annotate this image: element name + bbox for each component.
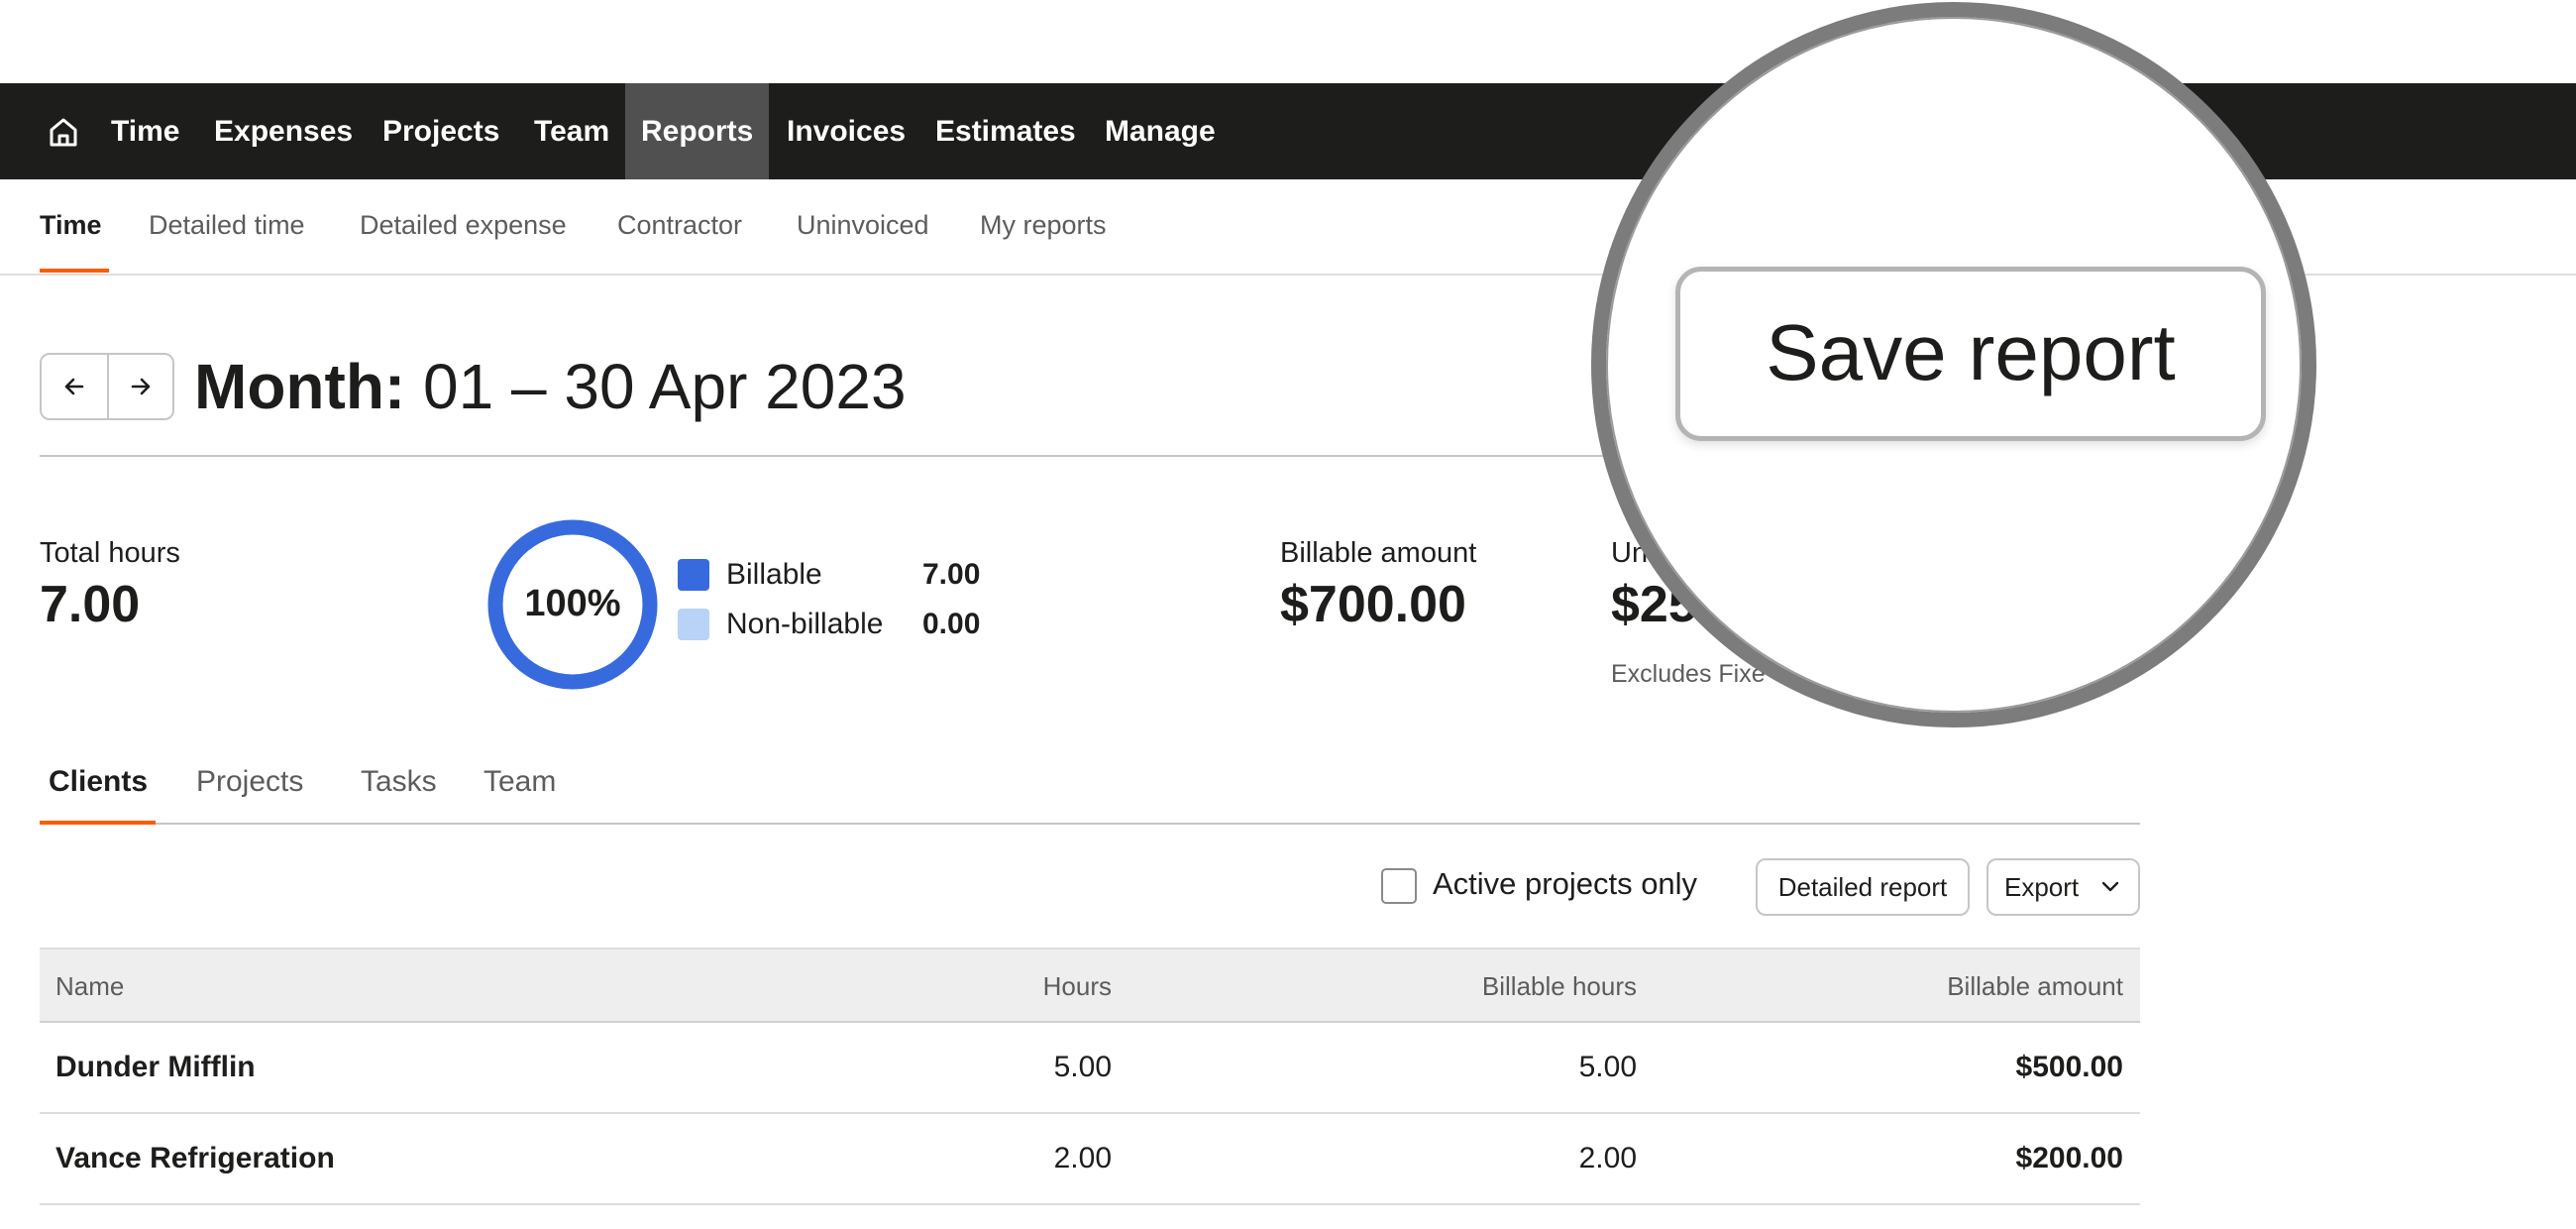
period-range: 01 – 30 Apr 2023	[423, 351, 907, 422]
nav-item-manage[interactable]: Manage	[1105, 83, 1216, 179]
table-header: Name Hours Billable hours Billable amoun…	[40, 948, 2140, 1023]
active-projects-checkbox[interactable]	[1381, 868, 1417, 904]
active-tab-indicator	[40, 821, 156, 825]
nav-item-invoices[interactable]: Invoices	[787, 83, 906, 179]
home-icon[interactable]	[44, 112, 83, 152]
total-hours-value: 7.00	[40, 576, 141, 633]
nav-item-team[interactable]: Team	[534, 83, 609, 179]
export-button[interactable]: Export	[1986, 858, 2140, 916]
uninvoiced-note: Excludes Fixe	[1611, 660, 1766, 688]
active-projects-label[interactable]: Active projects only	[1433, 866, 1697, 902]
magnifier-overlay: Save report	[1591, 2, 2316, 727]
non-billable-swatch	[678, 609, 709, 640]
column-header-hours[interactable]: Hours	[733, 950, 1112, 1023]
nav-item-projects[interactable]: Projects	[382, 83, 499, 179]
nav-item-reports[interactable]: Reports	[625, 83, 770, 179]
subtab-time[interactable]: Time	[40, 179, 102, 274]
period-navigation	[40, 353, 174, 420]
home-icon-graphic	[50, 118, 77, 147]
page-title: Month: 01 – 30 Apr 2023	[194, 349, 907, 424]
hours-cell: 5.00	[1053, 1051, 1112, 1083]
breakdown-tabs: Clients Projects Tasks Team	[40, 751, 2140, 825]
hours-cell: 2.00	[1053, 1142, 1112, 1174]
column-header-billable-hours[interactable]: Billable hours	[1229, 950, 1637, 1023]
tab-team[interactable]: Team	[483, 751, 556, 823]
client-name-link[interactable]: Vance Refrigeration	[55, 1114, 335, 1203]
previous-period-button[interactable]	[42, 355, 107, 418]
tab-clients[interactable]: Clients	[49, 751, 148, 823]
legend-billable-label: Billable	[726, 558, 822, 591]
arrow-left-icon	[64, 378, 84, 395]
billable-hours-cell: 5.00	[1578, 1051, 1637, 1083]
billable-amount-value: $700.00	[1280, 576, 1466, 633]
subtab-uninvoiced[interactable]: Uninvoiced	[797, 179, 929, 274]
billable-swatch	[678, 559, 709, 591]
billable-hours-cell: 2.00	[1578, 1142, 1637, 1174]
period-prefix: Month:	[194, 351, 406, 422]
column-header-name[interactable]: Name	[55, 950, 124, 1023]
table-row: Dunder Mifflin 5.00 5.00 $500.00	[40, 1023, 2140, 1114]
legend-non-billable-label: Non-billable	[726, 608, 884, 640]
subtab-detailed-time[interactable]: Detailed time	[149, 179, 305, 274]
tab-tasks[interactable]: Tasks	[361, 751, 437, 823]
nav-item-estimates[interactable]: Estimates	[935, 83, 1076, 179]
chevron-down-icon	[2101, 881, 2119, 892]
billable-amount-cell: $200.00	[2015, 1142, 2123, 1174]
subtab-my-reports[interactable]: My reports	[980, 179, 1107, 274]
export-button-label: Export	[2004, 872, 2080, 902]
donut-percent-label: 100%	[524, 583, 620, 624]
legend-non-billable-value: 0.00	[922, 608, 981, 640]
active-subtab-indicator	[40, 269, 109, 273]
arrow-right-icon	[131, 378, 151, 395]
nav-item-expenses[interactable]: Expenses	[214, 83, 353, 179]
billable-donut-chart: 100%	[487, 519, 658, 690]
billable-amount-label: Billable amount	[1280, 537, 1477, 569]
subtab-contractor[interactable]: Contractor	[617, 179, 742, 274]
save-report-button[interactable]: Save report	[1675, 267, 2266, 441]
billable-amount-cell: $500.00	[2015, 1051, 2123, 1083]
total-hours-label: Total hours	[40, 537, 180, 569]
next-period-button[interactable]	[107, 355, 172, 418]
legend-billable-value: 7.00	[922, 558, 981, 591]
subtab-detailed-expense[interactable]: Detailed expense	[360, 179, 567, 274]
tab-projects[interactable]: Projects	[196, 751, 303, 823]
detailed-report-button[interactable]: Detailed report	[1756, 858, 1970, 916]
nav-item-time[interactable]: Time	[111, 83, 179, 179]
table-row: Vance Refrigeration 2.00 2.00 $200.00	[40, 1114, 2140, 1205]
client-name-link[interactable]: Dunder Mifflin	[55, 1023, 256, 1112]
column-header-billable-amount[interactable]: Billable amount	[1724, 950, 2123, 1023]
